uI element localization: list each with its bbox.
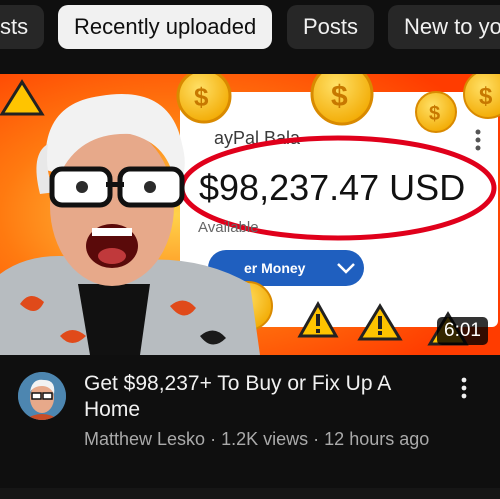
available-label: Available — [198, 219, 259, 236]
video-thumbnail[interactable]: ayPal Bala $98,237.47 USD Available er M… — [0, 74, 500, 355]
chip-new-to-you[interactable]: New to yo — [388, 5, 500, 49]
svg-text:$: $ — [429, 103, 440, 125]
video-title[interactable]: Get $98,237+ To Buy or Fix Up A Home — [84, 371, 444, 423]
coin-icon: $ — [415, 91, 457, 133]
balance-amount: $98,237.47 USD — [199, 167, 465, 208]
more-options-button[interactable] — [452, 373, 476, 403]
upload-age: 12 hours ago — [324, 429, 430, 449]
meta-separator: · — [210, 429, 217, 449]
meta-separator: · — [313, 429, 320, 449]
chip-recently-uploaded[interactable]: Recently uploaded — [58, 5, 273, 49]
next-item-divider — [0, 488, 500, 499]
video-duration: 6:01 — [437, 317, 488, 345]
filter-chip-bar: sts Recently uploaded Posts New to yo — [0, 0, 500, 60]
svg-text:$: $ — [194, 82, 209, 112]
channel-avatar[interactable] — [18, 372, 66, 420]
video-info: Get $98,237+ To Buy or Fix Up A Home Mat… — [0, 355, 500, 499]
thumbnail-artwork: ayPal Bala $98,237.47 USD Available er M… — [0, 74, 500, 355]
channel-name[interactable]: Matthew Lesko — [84, 429, 205, 449]
avatar-image — [18, 372, 66, 420]
vertical-dots-icon — [461, 377, 467, 399]
view-count: 1.2K views — [221, 429, 309, 449]
transfer-button-label: er Money — [244, 260, 306, 276]
svg-text:$: $ — [479, 83, 493, 110]
chip-posts[interactable]: Posts — [287, 5, 375, 49]
coin-icon: $ — [310, 74, 374, 126]
video-meta: Matthew Lesko · 1.2K views · 12 hours ag… — [84, 429, 429, 450]
chip-posts-partial[interactable]: sts — [0, 5, 45, 49]
coin-icon: $ — [176, 74, 232, 124]
svg-text:$: $ — [331, 80, 348, 113]
